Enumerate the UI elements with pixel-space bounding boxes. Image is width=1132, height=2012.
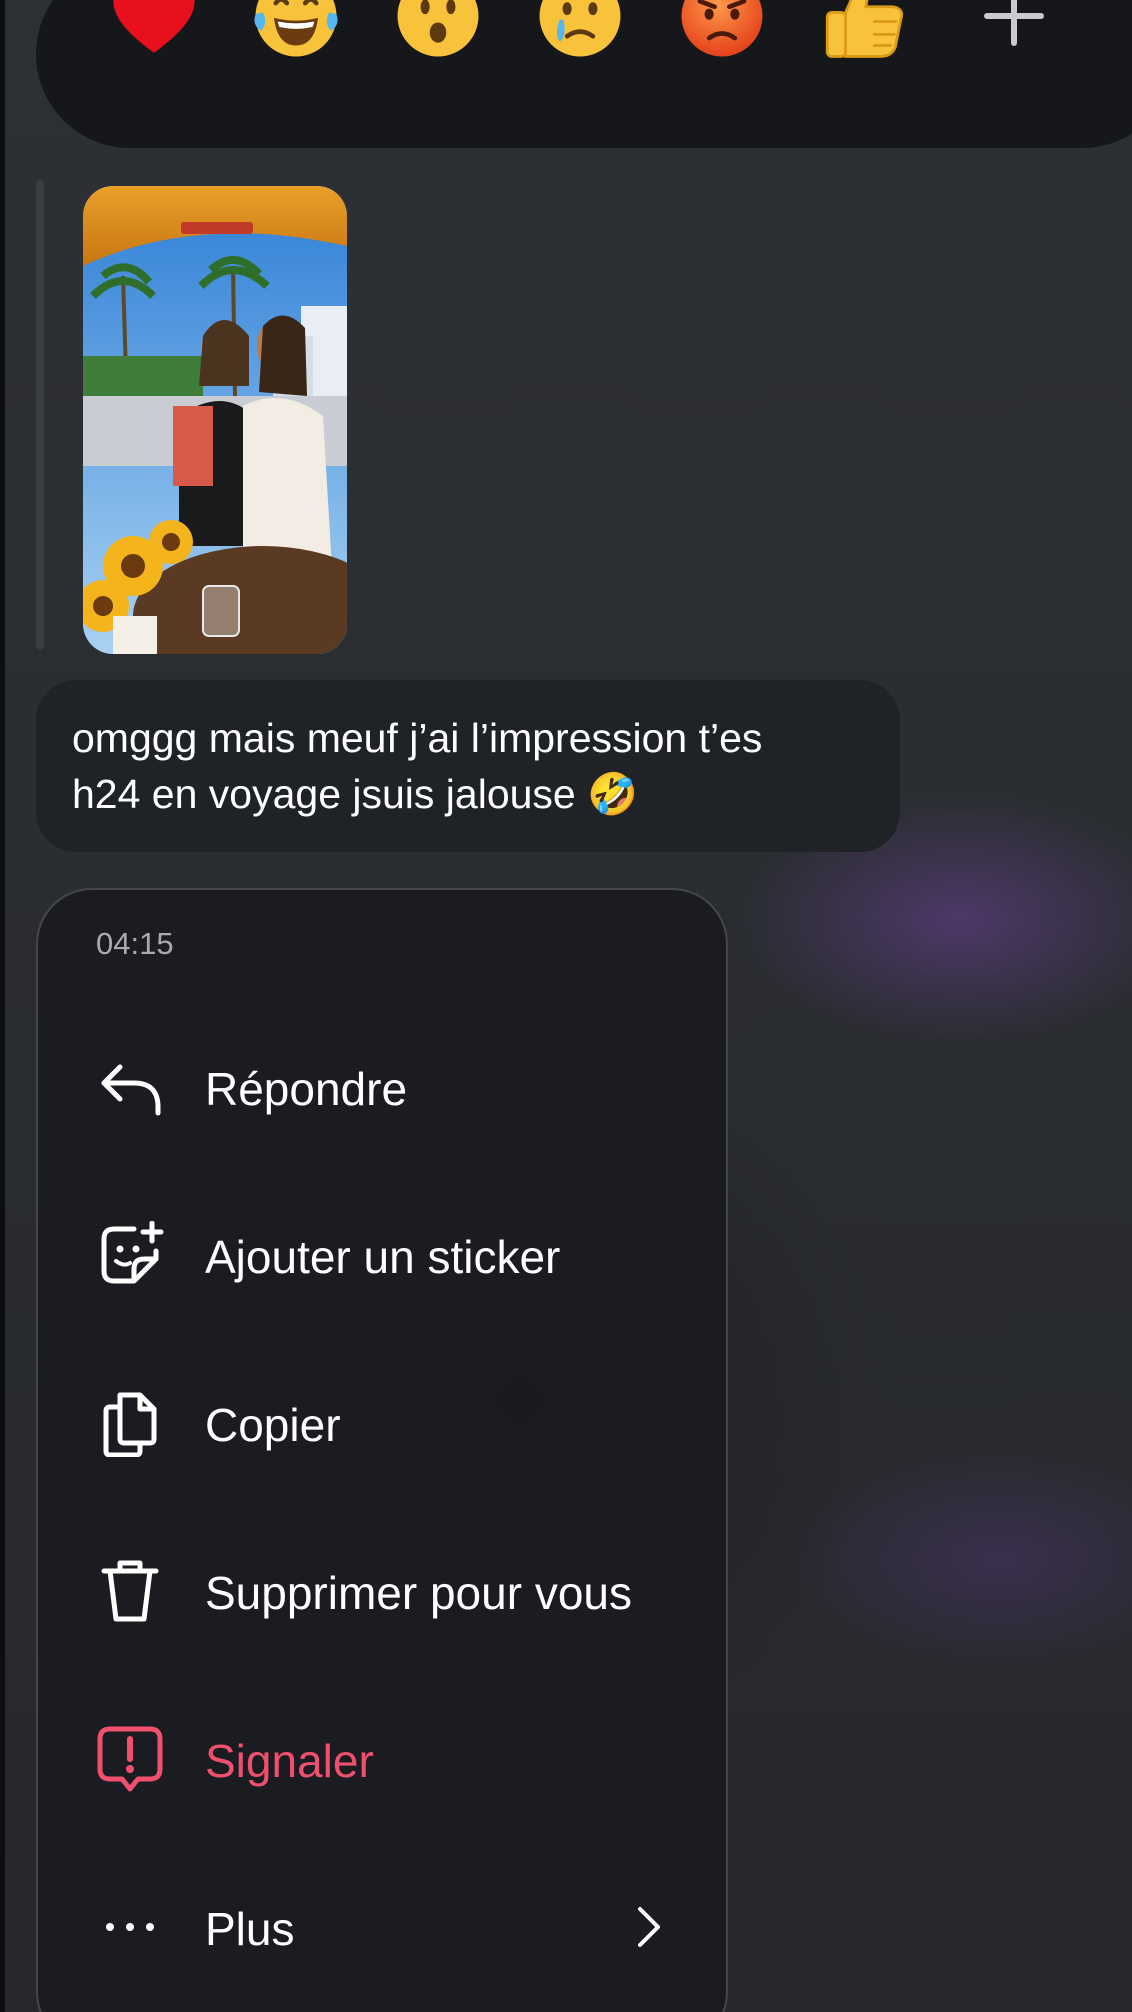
reaction-crying[interactable] xyxy=(530,0,630,66)
add-reaction-button[interactable] xyxy=(964,0,1064,66)
reaction-thumbs-up[interactable] xyxy=(814,0,914,66)
reaction-bar xyxy=(36,0,1132,148)
reaction-heart[interactable] xyxy=(104,0,204,66)
chevron-right-icon xyxy=(638,1907,660,1947)
menu-item-label: Ajouter un sticker xyxy=(205,1231,561,1283)
menu-item-label: Copier xyxy=(205,1399,341,1451)
reaction-angry[interactable] xyxy=(672,0,772,66)
angry-icon xyxy=(681,0,763,57)
photo-image xyxy=(83,186,347,654)
reaction-surprised[interactable] xyxy=(388,0,488,66)
reply-icon xyxy=(101,1064,161,1116)
menu-item-label: Répondre xyxy=(205,1063,408,1115)
menu-item-label: Signaler xyxy=(205,1735,374,1787)
menu-item-reply[interactable]: Répondre xyxy=(38,1027,726,1147)
menu-item-label: Plus xyxy=(205,1903,295,1955)
report-icon xyxy=(97,1726,163,1792)
menu-item-copy[interactable]: Copier xyxy=(38,1363,726,1483)
more-icon xyxy=(106,1923,154,1931)
message-text: omggg mais meuf j’ai l’impression t’es h… xyxy=(72,715,763,817)
shared-photo[interactable] xyxy=(83,186,347,654)
copy-icon xyxy=(103,1392,157,1457)
laughing-crying-icon xyxy=(254,0,338,57)
message-timestamp: 04:15 xyxy=(96,926,174,961)
menu-item-add-sticker[interactable]: Ajouter un sticker xyxy=(38,1195,726,1315)
screen-edge xyxy=(0,0,5,2012)
crying-icon xyxy=(539,0,621,57)
add-sticker-icon xyxy=(101,1221,164,1284)
menu-item-more[interactable]: Plus xyxy=(38,1867,726,1987)
menu-item-delete[interactable]: Supprimer pour vous xyxy=(38,1531,726,1651)
thumbs-up-icon xyxy=(825,0,904,58)
message-bubble[interactable]: omggg mais meuf j’ai l’impression t’es h… xyxy=(36,680,900,852)
surprised-icon xyxy=(397,0,479,57)
heart-icon xyxy=(113,0,195,53)
menu-item-label: Supprimer pour vous xyxy=(205,1567,632,1619)
reply-thread-line xyxy=(36,180,44,650)
trash-icon xyxy=(101,1560,159,1622)
menu-item-report[interactable]: Signaler xyxy=(38,1699,726,1819)
message-context-menu: 04:15 Répondre Ajouter un sticker Copier xyxy=(36,888,728,2012)
reaction-laughing-crying[interactable] xyxy=(246,0,346,66)
